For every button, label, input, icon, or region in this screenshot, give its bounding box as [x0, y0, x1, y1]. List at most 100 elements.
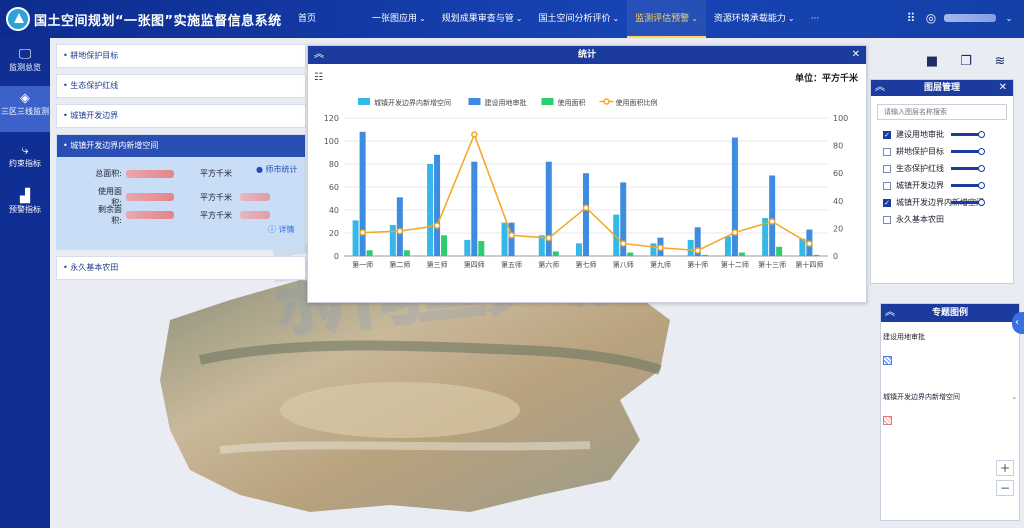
opacity-slider[interactable]: [951, 201, 981, 204]
acc-item-basic-farmland[interactable]: • 永久基本农田: [56, 256, 306, 280]
rail-item-constraint[interactable]: ⤷ 约束指标: [0, 138, 50, 178]
bar-2: [441, 235, 448, 256]
city-stat-toggle[interactable]: ● 师市统计: [256, 164, 298, 175]
ratio-point: [657, 244, 664, 251]
rail-item-three-zones[interactable]: ◈ 三区三线监测: [0, 86, 50, 132]
ratio-point: [582, 204, 590, 211]
ratio-point: [731, 229, 739, 236]
redacted-value: [126, 211, 174, 219]
chevron-down-icon: ⌄: [515, 14, 523, 23]
x-tick-label: 第一师: [352, 260, 373, 269]
nav-home[interactable]: 首页: [290, 0, 324, 38]
layer-panel: ︽ 图层管理 ✕ ✓建设用地审批耕地保护目标生态保护红线城镇开发边界✓城镇开发边…: [870, 79, 1014, 284]
opacity-slider[interactable]: [951, 167, 981, 170]
redacted-value: [126, 193, 174, 201]
top-bar: 国土空间规划“一张图”实施监督信息系统 首页 一张图应用 ⌄ 规划成果审查与管 ⌄ …: [0, 0, 1024, 38]
bar-1: [545, 161, 552, 256]
x-tick-label: 第八师: [613, 260, 634, 269]
square-tool-icon[interactable]: ■: [924, 54, 940, 70]
y-left-tick-label: 60: [329, 183, 339, 192]
x-tick-label: 第十二师: [721, 260, 749, 269]
side-panel-toggle-icon[interactable]: ‹: [1012, 312, 1024, 334]
stats-header: ︽ 统计 ✕: [308, 46, 866, 64]
acc-detail-panel: ● 师市统计 总面积: 平方千米 使用面积: 平方千米 剩余面积: 平方千米 ⓘ…: [56, 158, 306, 250]
layer-item[interactable]: 生态保护红线: [883, 162, 944, 175]
acc-item-eco-redline[interactable]: • 生态保护红线: [56, 74, 306, 98]
legend-label: 城镇开发边界内新增空间: [883, 393, 960, 401]
username-redacted[interactable]: [944, 14, 996, 22]
layer-label: 建设用地审批: [896, 130, 944, 139]
x-tick-label: 第十三师: [758, 260, 786, 269]
x-tick-label: 第九师: [650, 260, 671, 269]
bar-0: [352, 220, 359, 256]
flow-icon: ⤷: [21, 143, 29, 158]
acc-item-urban-new-space[interactable]: • 城镇开发边界内新增空间: [56, 134, 306, 158]
close-icon[interactable]: ✕: [852, 46, 860, 64]
nav-monitoring[interactable]: 监测评估预警 ⌄: [627, 0, 706, 38]
grid-menu-icon[interactable]: ⠿: [904, 11, 918, 25]
x-tick-label: 第三师: [427, 260, 448, 269]
collapse-icon[interactable]: ︽: [885, 304, 895, 322]
opacity-slider[interactable]: [951, 133, 981, 136]
collapse-icon[interactable]: ︽: [875, 80, 885, 96]
copy-tool-icon[interactable]: ❐: [958, 54, 974, 70]
desert-area: [280, 382, 520, 438]
bar-2: [701, 254, 708, 256]
layer-label: 生态保护红线: [896, 164, 944, 173]
y-right-tick-label: 80: [833, 142, 843, 151]
layer-checkbox[interactable]: ✓: [883, 198, 891, 207]
opacity-slider[interactable]: [951, 184, 981, 187]
y-left-tick-label: 0: [334, 252, 339, 261]
chevron-down-icon: ⌄: [419, 14, 426, 23]
layer-checkbox[interactable]: [883, 181, 891, 190]
bar-0: [389, 224, 396, 256]
nav-plan-review[interactable]: 规划成果审查与管 ⌄: [434, 0, 531, 38]
detail-link[interactable]: ⓘ 详情: [268, 224, 295, 235]
zoom-out-button[interactable]: −: [996, 480, 1014, 496]
rail-item-warning[interactable]: ▟ 预警指标: [0, 184, 50, 224]
slider-knob[interactable]: [978, 165, 985, 172]
zoom-in-button[interactable]: +: [996, 460, 1014, 476]
nav-resource-capacity[interactable]: 资源环境承载能力 ⌄: [706, 0, 803, 38]
legend-label: 使用面积比例: [616, 98, 658, 107]
bar-2: [813, 254, 820, 256]
layer-checkbox[interactable]: [883, 164, 891, 173]
x-tick-label: 第二师: [389, 260, 410, 269]
collapse-icon[interactable]: ︽: [314, 46, 324, 64]
chevron-down-icon: ⌄: [691, 14, 698, 23]
layer-checkbox[interactable]: [883, 147, 891, 156]
y-left-tick-label: 120: [324, 114, 339, 123]
layer-item[interactable]: ✓ 建设用地审批: [883, 128, 944, 141]
close-icon[interactable]: ✕: [999, 80, 1007, 96]
nav-spatial-analysis[interactable]: 国土空间分析评价 ⌄: [530, 0, 627, 38]
bar-0: [427, 164, 434, 256]
nav-map-app[interactable]: 一张图应用 ⌄: [364, 0, 434, 38]
chevron-down-icon[interactable]: ⌄: [1011, 392, 1018, 401]
acc-item-farmland[interactable]: • 耕地保护目标: [56, 44, 306, 68]
bar-0: [687, 239, 694, 256]
ratio-point: [694, 247, 701, 254]
layer-checkbox[interactable]: [883, 215, 891, 224]
opacity-slider[interactable]: [951, 150, 981, 153]
layer-item[interactable]: 永久基本农田: [883, 213, 944, 226]
y-right-tick-label: 60: [833, 169, 843, 178]
slider-knob[interactable]: [978, 148, 985, 155]
layer-search-input[interactable]: [877, 104, 1007, 120]
rail-item-overview[interactable]: 🖵 监测总览: [0, 42, 50, 82]
filter-settings-icon[interactable]: ☷: [314, 72, 323, 83]
legend-swatch-blue: [883, 356, 892, 365]
ratio-point: [433, 222, 441, 229]
acc-item-urban-boundary[interactable]: • 城镇开发边界: [56, 104, 306, 128]
redacted-value: [126, 169, 174, 178]
chevron-down-icon[interactable]: ⌄: [1002, 11, 1016, 25]
slider-knob[interactable]: [978, 131, 985, 138]
x-tick-label: 第七师: [576, 260, 597, 269]
slider-knob[interactable]: [978, 182, 985, 189]
layer-checkbox[interactable]: ✓: [883, 130, 891, 139]
layer-item[interactable]: 城镇开发边界: [883, 179, 944, 192]
user-icon[interactable]: ◎: [924, 11, 938, 25]
stack-tool-icon[interactable]: ≋: [992, 54, 1008, 70]
nav-more[interactable]: ···: [803, 0, 828, 38]
slider-knob[interactable]: [978, 199, 985, 206]
layer-item[interactable]: 耕地保护目标: [883, 145, 944, 158]
